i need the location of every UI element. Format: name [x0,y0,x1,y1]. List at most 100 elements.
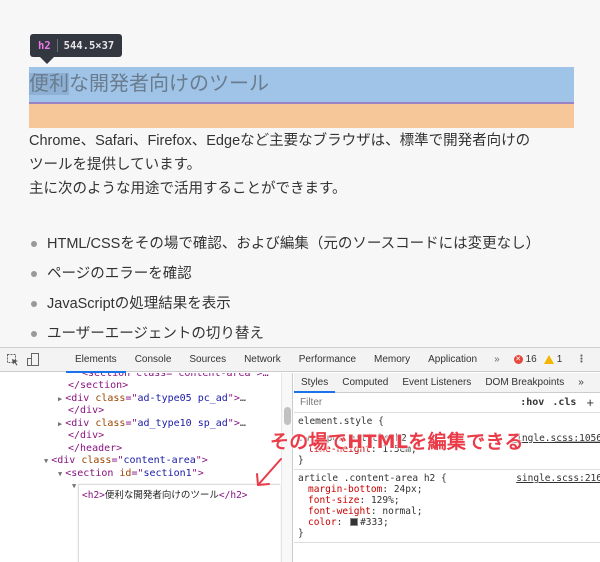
annotation-label: その場でHTMLを編集できる [270,431,524,453]
dom-token-tag: "> [227,417,240,429]
edit-open-tag: <h2> [82,490,105,501]
expand-triangle-icon[interactable]: ▼ [72,482,76,490]
usage-list: HTML/CSSをその場で確認、および編集（元のソースコードには変更なし） ペー… [29,229,540,349]
rule-selector: element.style { [298,416,384,427]
device-toolbar-icon[interactable] [26,353,40,367]
rule-source-link[interactable]: single.scss:216 [516,473,600,484]
dom-token-attr: class [81,455,112,466]
style-declaration[interactable]: color: #333; [298,517,596,528]
html-edit-box[interactable]: <h2>便利な開発者向けのツール</h2> [78,484,280,562]
hov-button[interactable]: :hov [516,397,548,408]
color-swatch[interactable] [350,518,359,526]
dom-node-line[interactable]: ▼ <section id="section1"> [58,468,204,481]
warning-count: 1 [556,354,563,365]
dom-token-val: section1 [143,467,192,479]
tab-sources[interactable]: Sources [180,348,235,372]
style-declaration[interactable]: font-weight: normal; [298,506,596,517]
subtab-event-listeners[interactable]: Event Listeners [395,373,478,392]
tooltip-arrow [40,57,54,64]
dom-token-tag: <div [65,392,96,404]
more-tabs-button[interactable]: » [486,354,508,365]
dom-node-line[interactable]: ▶ <div class="ad_type10 sp_ad">… [58,418,246,431]
tab-network[interactable]: Network [235,348,290,372]
devtools-tabs: Elements Console Sources Network Performance… [66,348,486,373]
dom-token-val: ad_type10 sp_ad [137,417,228,429]
warning-icon [543,355,554,364]
cls-button[interactable]: .cls [548,397,580,408]
dom-node-line[interactable]: </section> [68,380,128,393]
dom-token-tag: <section [65,467,120,479]
styles-filter-input[interactable] [294,393,517,412]
dom-token-tag: "> [227,392,240,404]
edit-close-tag: </h2> [218,490,248,501]
dom-node-line[interactable]: ▼ [72,480,79,493]
dom-token-ell: … [239,392,246,404]
list-item: ユーザーエージェントの切り替え [29,319,540,349]
heading-text: な開発者向けのツール [69,73,269,95]
subtab-styles[interactable]: Styles [294,373,336,393]
error-count: 16 [525,354,537,365]
rule-close-brace: } [298,528,304,539]
dom-token-tag: =" [125,417,138,429]
paragraph-line: 主に次のような用途で活用することができます。 [29,181,347,197]
dom-node-line[interactable]: </div> [68,405,104,418]
dom-token-tag: =" [131,467,144,479]
dom-token-val: content-area [123,455,196,466]
collapse-triangle-icon[interactable]: ▶ [58,420,62,428]
annotation-underline [555,441,600,442]
paragraph-line: ツールを提供しています。 [29,157,202,173]
filter-row: :hov .cls + [294,393,600,413]
page-heading[interactable]: 便利な開発者向けのツール [29,70,269,98]
dom-token-tag: "> [195,455,208,466]
style-rule[interactable]: article .content-area h2 {single.scss:21… [294,470,600,543]
scrollbar-thumb[interactable] [284,407,291,425]
dom-token-attr: class [95,392,126,404]
kebab-menu-icon[interactable]: ⋮ [576,354,586,365]
expand-triangle-icon[interactable]: ▼ [44,457,48,465]
webpage-viewport: h2 544.5×37 便利な開発者向けのツール Chrome、Safari、F… [0,0,600,347]
dom-token-ell: … [239,417,246,429]
dom-token-tag: "> [191,467,204,479]
collapse-triangle-icon[interactable]: ▶ [58,395,62,403]
dom-token-tag: </section> [68,380,129,391]
style-declaration[interactable]: margin-bottom: 24px; [298,484,596,495]
edit-text: 便利な開発者向けのツール [104,490,219,501]
dom-token-tag: <section class="content-area">… [82,373,269,379]
dom-token-tag: </div> [68,430,105,441]
dom-token-attr: id [119,467,132,479]
console-counts[interactable]: ✕ 16 1 [513,354,563,365]
tab-console[interactable]: Console [126,348,181,372]
annotation-arrow-icon [256,458,282,486]
subtab-dom-breakpoints[interactable]: DOM Breakpoints [478,373,571,392]
dom-token-tag: <div [65,417,96,429]
dom-node-line[interactable]: ▼ <div class="content-area"> [44,455,208,468]
styles-subtabs: Styles Computed Event Listeners DOM Breakpo… [294,373,600,393]
more-subtabs-button[interactable]: » [571,373,591,392]
style-declaration[interactable]: font-size: 129%; [298,495,596,506]
dom-node-line[interactable]: </header> [68,443,122,456]
devtools-panel: Elements Console Sources Network Performance… [0,347,600,562]
subtab-computed[interactable]: Computed [335,373,395,392]
h2-content-highlight: 便利な開発者向けのツール [29,67,574,102]
dom-token-tag: =" [111,455,124,466]
paragraph-line: Chrome、Safari、Firefox、Edgeなど主要なブラウザは、標準で… [29,133,531,149]
property-name: font-size [308,495,360,506]
new-rule-button[interactable]: + [580,395,600,410]
property-name: color [308,517,337,528]
tooltip-divider [56,39,58,52]
tab-elements[interactable]: Elements [66,348,126,373]
inspect-element-icon[interactable] [6,353,20,367]
property-value: 24px; [393,484,423,495]
property-name: font-weight [308,506,371,517]
rule-close-brace: } [298,455,304,466]
dom-token-tag: <div [51,455,82,466]
elements-tree[interactable]: <h2>便利な開発者向けのツール</h2> <section class="co… [0,373,281,562]
devtools-tabbar: Elements Console Sources Network Performance… [0,348,600,373]
dom-node-line[interactable]: </div> [68,430,104,443]
intro-paragraph: Chrome、Safari、Firefox、Edgeなど主要なブラウザは、標準で… [29,129,589,201]
tab-performance[interactable]: Performance [290,348,365,372]
tab-memory[interactable]: Memory [365,348,419,372]
expand-triangle-icon[interactable]: ▼ [58,470,62,478]
dom-node-line[interactable]: ▶ <div class="ad-type05 pc_ad">… [58,393,246,406]
tab-application[interactable]: Application [419,348,486,372]
